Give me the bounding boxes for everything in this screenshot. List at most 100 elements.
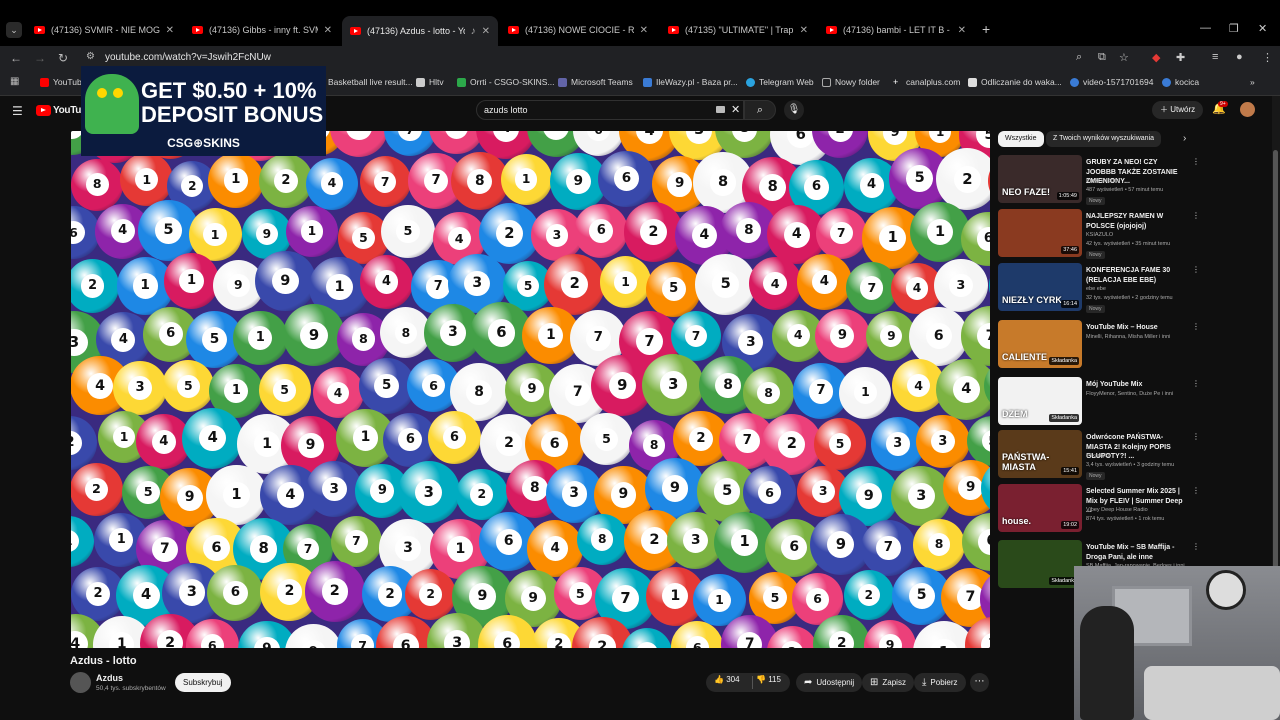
voice-search-button[interactable]: 🎙 [784,100,804,120]
bookmark-item[interactable]: kocica [1162,77,1199,87]
bookmark-item[interactable]: Basketball live result... [328,77,413,87]
channel-avatar[interactable] [70,672,91,693]
reload-icon[interactable]: ↻ [58,51,68,65]
site-info-icon[interactable]: ⚙ [86,51,95,62]
recommended-channel-name[interactable]: Pilkarzyki [1086,453,1109,459]
chevron-right-icon[interactable]: › [1183,133,1186,144]
bookmark-item[interactable]: Orrti - CSGO-SKINS... [457,77,555,87]
tab-search-chevron-icon[interactable]: ⌄ [6,22,22,38]
like-button[interactable]: 👍 304 [714,675,740,684]
browser-tab[interactable]: (47135) "ULTIMATE" | Trap Type✕ [660,18,816,42]
media-control-icon[interactable]: ≡ [1212,51,1218,63]
subscribe-button[interactable]: Subskrybuj [175,673,231,692]
recommended-video[interactable]: house. 19:02 Selected Summer Mix 2025 | Mi… [998,484,1208,534]
recommended-video[interactable]: 37:46 NAJLEPSZY RAMEN W POLSCE (ojojojoj)… [998,209,1208,259]
close-tab-icon[interactable]: ✕ [166,25,174,36]
bookmark-item[interactable]: + canalplus.com [893,77,960,87]
recommended-video-title[interactable]: NAJLEPSZY RAMEN W POLSCE (ojojojoj) [1086,212,1186,231]
close-tab-icon[interactable]: ✕ [800,25,808,36]
close-tab-icon[interactable]: ✕ [958,25,966,36]
video-thumbnail[interactable]: Składanka [998,540,1082,588]
scrollbar-thumb[interactable] [1273,150,1278,570]
browser-tab[interactable]: (47136) bambi - LET IT B - YouT✕ [818,18,974,42]
video-thumbnail[interactable]: CALIENTE Składanka [998,320,1082,368]
speaker-icon[interactable]: ♪ [471,26,476,37]
chip-all[interactable]: Wszystkie [998,131,1044,147]
more-options-icon[interactable]: ⋮ [1192,432,1200,441]
close-tab-icon[interactable]: ✕ [482,26,490,37]
back-arrow-icon[interactable]: ← [10,51,22,65]
more-bookmarks-icon[interactable]: » [1250,77,1255,87]
forward-arrow-icon[interactable]: → [34,51,46,65]
recommended-video-title[interactable]: YouTube Mix – House [1086,323,1186,333]
zoom-icon[interactable]: ⌕ [1076,51,1082,64]
recommended-channel-name[interactable]: KSIAZULO [1086,232,1113,238]
browser-tab[interactable]: (47136) Gibbs - inny ft. SVMIR✕ [184,18,340,42]
more-options-icon[interactable]: ⋮ [1192,265,1200,274]
browser-tab-active[interactable]: (47136) Azdus - lotto - YouT♪✕ [342,16,498,46]
close-tab-icon[interactable]: ✕ [640,25,648,36]
save-button[interactable]: ⊞ Zapisz [862,673,914,692]
more-options-icon[interactable]: ⋮ [1192,157,1200,166]
close-window-icon[interactable]: ✕ [1258,22,1267,35]
extension-icon[interactable]: ◆ [1152,51,1160,64]
bookmark-item[interactable]: Telegram Web [746,77,814,87]
bookmark-item[interactable]: YouTube [40,77,86,87]
video-thumbnail[interactable]: NIEZŁY CYRK 16:14 [998,263,1082,311]
bookmark-item[interactable]: Hltv [416,77,444,87]
clear-search-icon[interactable]: ✕ [731,103,740,116]
more-options-icon[interactable]: ⋮ [1192,379,1200,388]
bookmark-item[interactable]: IleWazy.pl - Baza pr... [643,77,738,87]
more-options-icon[interactable]: ⋮ [1192,322,1200,331]
recommended-channel-name[interactable]: ebe ebe [1086,286,1106,292]
bookmark-item[interactable]: video-1571701694 [1070,77,1153,87]
search-button[interactable]: ⌕ [744,100,776,120]
recommended-video[interactable]: CALIENTE Składanka YouTube Mix – House Mine… [998,320,1208,370]
recommended-channel-name[interactable]: Vibey Deep House Radio [1086,507,1148,513]
bookmark-item[interactable]: Odliczanie do waka... [968,77,1062,87]
recommended-channel-name[interactable]: Minelli, Rihanna, Misha Miller i inni [1086,334,1170,340]
share-button[interactable]: ➦ Udostępnij [796,673,863,692]
chip-from-search[interactable]: Z Twoich wyników wyszukiwania [1046,131,1162,147]
video-thumbnail[interactable]: PAŃSTWA-MIASTA 15:41 [998,430,1082,478]
apps-grid-icon[interactable]: ▦ [10,76,19,87]
download-button[interactable]: ⤓ Pobierz [914,673,966,692]
user-avatar[interactable] [1240,102,1255,117]
browser-menu-icon[interactable]: ⋮ [1262,51,1273,64]
recommended-channel-name[interactable]: FloyyMenor, Sentino, Duże Pe i inni [1086,391,1173,397]
browser-tab[interactable]: (47136) NOWE CIOCIE - Rydaw✕ [500,18,656,42]
video-thumbnail[interactable]: NEO FAZE! 1:05:49 [998,155,1082,203]
video-thumbnail[interactable]: DZEM Składanka [998,377,1082,425]
overlay-ad-banner[interactable]: GET $0.50 + 10% DEPOSIT BONUS CSG⊕SKINS [81,66,326,156]
install-app-icon[interactable]: ⧉ [1098,51,1106,64]
keyboard-icon[interactable] [716,106,725,113]
bookmark-star-icon[interactable]: ☆ [1119,51,1129,64]
more-options-icon[interactable]: ⋮ [1192,211,1200,220]
more-options-icon[interactable]: ⋮ [1192,486,1200,495]
recommended-video-title[interactable]: YouTube Mix – SB Maffija - Droga Pani, a… [1086,543,1186,562]
more-options-icon[interactable]: ⋮ [1192,542,1200,551]
recommended-video[interactable]: DZEM Składanka Mój YouTube Mix FloyyMenor, … [998,377,1208,427]
extensions-puzzle-icon[interactable]: ✚ [1176,51,1185,64]
recommended-video[interactable]: PAŃSTWA-MIASTA 15:41 Odwrócone PAŃSTWA-MIA… [998,430,1208,480]
bookmark-item[interactable]: Microsoft Teams [558,77,633,87]
more-actions-icon[interactable]: ⋯ [970,673,989,692]
url-text[interactable]: youtube.com/watch?v=Jswih2FcNUw [105,52,271,63]
maximize-icon[interactable]: ❐ [1229,22,1239,35]
video-thumbnail[interactable]: house. 19:02 [998,484,1082,532]
dislike-button[interactable]: 👎 115 [756,675,781,684]
recommended-channel-name[interactable]: Krzyk Esportu [1086,178,1120,184]
video-thumbnail[interactable]: 37:46 [998,209,1082,257]
channel-name[interactable]: Azdus [96,673,123,683]
hamburger-menu-icon[interactable]: ☰ [12,104,23,118]
close-tab-icon[interactable]: ✕ [324,25,332,36]
new-tab-button[interactable]: + [982,21,990,37]
create-button[interactable]: ＋ Utwórz [1152,101,1204,119]
recommended-video[interactable]: NEO FAZE! 1:05:49 GRUBY ZA NEO! CZY JOOBBB… [998,155,1208,205]
browser-tab[interactable]: (47136) SVMIR - NIE MOGE ✕ [26,18,182,42]
recommended-video-title[interactable]: KONFERENCJA FAME 30 (RELACJA EBE EBE) [1086,266,1186,285]
recommended-video-title[interactable]: Mój YouTube Mix [1086,380,1186,390]
minimize-icon[interactable]: — [1200,22,1211,34]
recommended-video[interactable]: NIEZŁY CYRK 16:14 KONFERENCJA FAME 30 (REL… [998,263,1208,313]
video-player[interactable]: 4455255734564386291518121247781969886452… [71,131,990,648]
